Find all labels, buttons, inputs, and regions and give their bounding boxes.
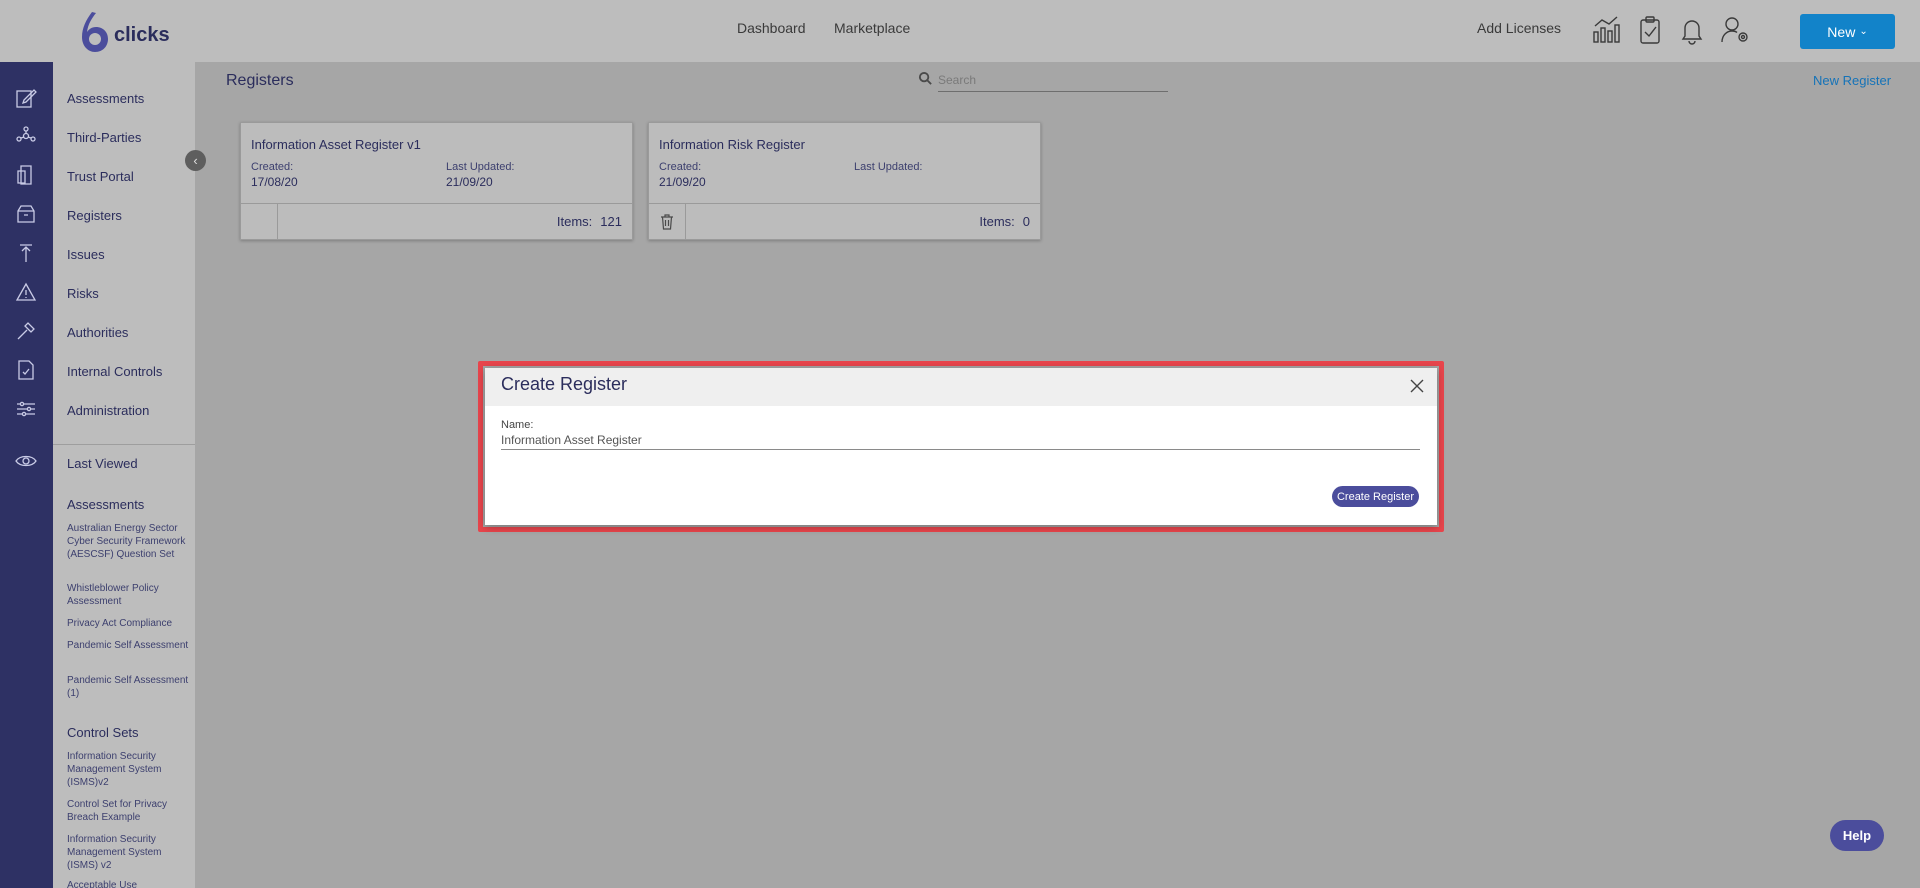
recent-control-set-item[interactable]: Control Set for Privacy Breach Example <box>67 798 189 824</box>
new-register-link[interactable]: New Register <box>1813 73 1891 88</box>
chevron-left-icon: ‹ <box>193 153 198 168</box>
last-updated-date: 21/09/20 <box>446 175 493 189</box>
recent-control-set-item[interactable]: Information Security Management System (… <box>67 750 189 789</box>
sidebar-collapse-button[interactable]: ‹ <box>185 150 206 171</box>
sidebar-item-third-parties[interactable]: Third-Parties <box>67 130 141 145</box>
recent-assessment-item[interactable]: Privacy Act Compliance <box>67 617 189 630</box>
sidebar-item-authorities[interactable]: Authorities <box>67 325 128 340</box>
created-date: 21/09/20 <box>659 175 706 189</box>
create-register-modal: Create Register Name: Create Register <box>485 368 1437 525</box>
items-label: Items: <box>979 214 1015 229</box>
sidebar-heading-control-sets: Control Sets <box>67 725 139 740</box>
bell-icon[interactable] <box>1676 14 1708 46</box>
register-card-title[interactable]: Information Asset Register v1 <box>251 137 421 152</box>
sidebar-item-registers[interactable]: Registers <box>67 208 122 223</box>
recent-control-set-item[interactable]: Information Security Management System (… <box>67 833 189 872</box>
new-button[interactable]: New ⌄ <box>1800 14 1895 49</box>
trash-icon[interactable] <box>660 214 674 230</box>
recent-control-set-item[interactable]: Acceptable Use <box>67 879 189 888</box>
add-licenses-link[interactable]: Add Licenses <box>1477 20 1561 36</box>
search-icon <box>918 71 932 85</box>
third-parties-icon[interactable] <box>15 125 37 147</box>
create-register-button[interactable]: Create Register <box>1332 486 1419 507</box>
created-label: Created: <box>659 161 702 173</box>
items-value: 121 <box>600 214 622 229</box>
last-updated-label: Last Updated: <box>854 161 923 173</box>
register-card-title[interactable]: Information Risk Register <box>659 137 805 152</box>
sidebar-item-assessments[interactable]: Assessments <box>67 91 144 106</box>
sidebar-item-administration[interactable]: Administration <box>67 403 149 418</box>
sidebar-heading-assessments: Assessments <box>67 497 145 512</box>
chevron-down-icon: ⌄ <box>1859 26 1868 37</box>
sidebar: Assessments Third-Parties Trust Portal R… <box>53 62 195 888</box>
clipboard-check-icon[interactable] <box>1634 14 1666 46</box>
register-name-input[interactable] <box>501 430 1420 450</box>
sidebar-item-trust-portal[interactable]: Trust Portal <box>67 169 134 184</box>
trust-portal-icon[interactable] <box>15 164 37 186</box>
created-date: 17/08/20 <box>251 175 298 189</box>
assessments-icon[interactable] <box>15 87 37 109</box>
items-count: Items: 0 <box>979 214 1030 229</box>
risks-icon[interactable] <box>15 281 37 303</box>
logo[interactable]: clicks <box>78 8 178 56</box>
last-viewed-eye-icon[interactable] <box>15 450 37 472</box>
sidebar-item-risks[interactable]: Risks <box>67 286 99 301</box>
new-button-label: New <box>1827 23 1856 40</box>
icon-rail <box>0 62 53 888</box>
register-card[interactable]: Information Asset Register v1 Created: 1… <box>240 122 633 240</box>
sidebar-item-internal-controls[interactable]: Internal Controls <box>67 364 162 379</box>
close-icon[interactable] <box>1405 374 1429 398</box>
items-value: 0 <box>1022 214 1030 229</box>
logo-mark-icon <box>82 12 108 52</box>
recent-assessment-item[interactable]: Australian Energy Sector Cyber Security … <box>67 522 189 561</box>
user-settings-icon[interactable] <box>1720 14 1752 46</box>
sidebar-divider <box>53 444 195 445</box>
register-card-footer: Items: 121 <box>241 203 632 240</box>
search-input[interactable] <box>938 68 1168 92</box>
recent-assessment-item[interactable]: Pandemic Self Assessment <box>67 639 189 652</box>
logo-text: clicks <box>114 23 170 46</box>
items-label: Items: <box>556 214 593 229</box>
recent-assessment-item[interactable]: Pandemic Self Assessment (1) <box>67 674 189 700</box>
analytics-icon[interactable] <box>1590 14 1622 46</box>
search <box>918 68 1168 94</box>
register-card-footer: Items: 0 <box>649 203 1040 240</box>
top-bar: clicks Dashboard Marketplace Add License… <box>0 0 1920 62</box>
recent-assessment-item[interactable]: Whistleblower Policy Assessment <box>67 582 189 608</box>
items-count: Items: 121 <box>557 214 622 229</box>
sidebar-item-issues[interactable]: Issues <box>67 247 105 262</box>
page-title: Registers <box>226 72 294 89</box>
nav-dashboard[interactable]: Dashboard <box>737 20 806 36</box>
registers-icon[interactable] <box>15 203 37 225</box>
help-button[interactable]: Help <box>1830 820 1884 851</box>
card-action-cell <box>649 204 686 240</box>
sidebar-item-last-viewed[interactable]: Last Viewed <box>67 456 138 471</box>
card-action-cell <box>241 204 278 240</box>
modal-title: Create Register <box>501 374 628 394</box>
register-card[interactable]: Information Risk Register Created: 21/09… <box>648 122 1041 240</box>
internal-controls-icon[interactable] <box>15 359 37 381</box>
administration-icon[interactable] <box>15 398 37 420</box>
authorities-icon[interactable] <box>15 320 37 342</box>
last-updated-label: Last Updated: <box>446 161 515 173</box>
nav-marketplace[interactable]: Marketplace <box>834 20 910 36</box>
issues-icon[interactable] <box>15 242 37 264</box>
modal-header: Create Register <box>485 368 1437 406</box>
created-label: Created: <box>251 161 294 173</box>
